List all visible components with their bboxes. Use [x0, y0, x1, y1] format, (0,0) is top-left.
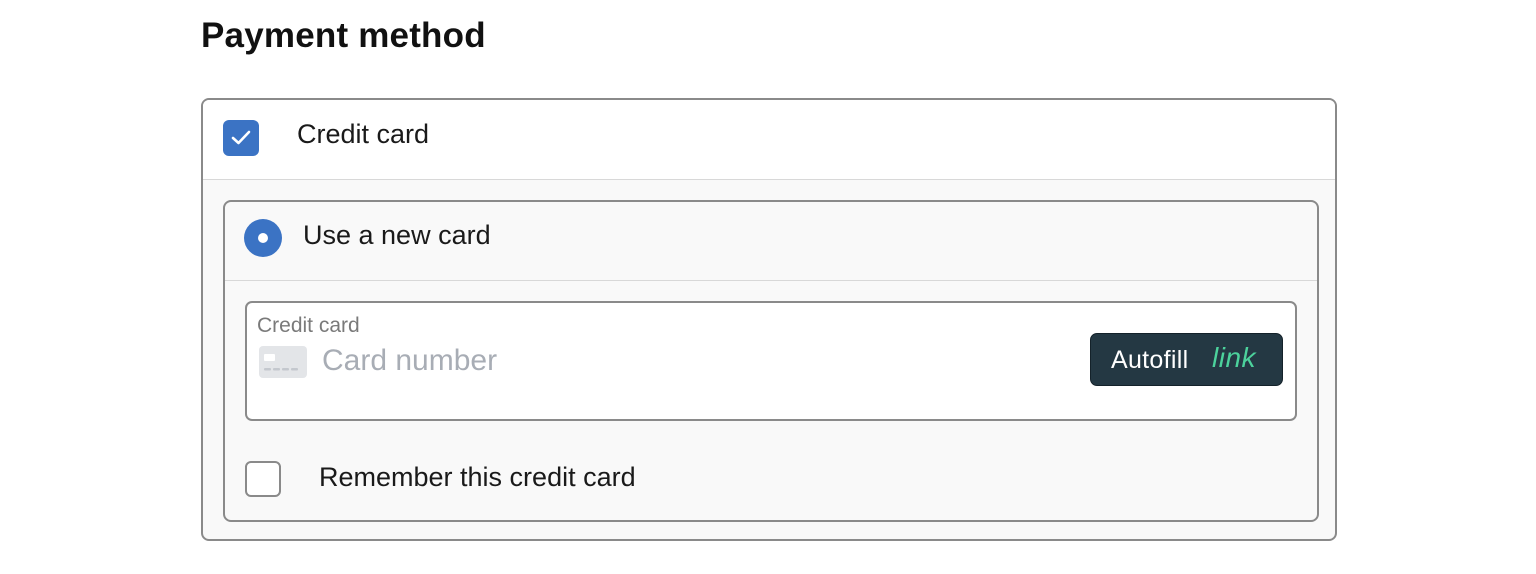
credit-card-checkbox[interactable]	[223, 120, 259, 156]
card-number-input[interactable]	[322, 341, 1062, 381]
credit-card-option-label[interactable]: Credit card	[297, 119, 429, 150]
card-choice-panel: Use a new card Credit card Autofill link…	[223, 200, 1319, 522]
radio-dot	[258, 233, 268, 243]
link-logo: link	[1212, 342, 1257, 373]
autofill-label: Autofill	[1111, 346, 1189, 374]
new-card-radio[interactable]	[244, 219, 282, 257]
credit-card-icon	[259, 346, 307, 378]
checkmark-icon	[231, 130, 251, 145]
remember-card-checkbox[interactable]	[245, 461, 281, 497]
new-card-option-header[interactable]: Use a new card	[225, 202, 1317, 281]
autofill-link-button[interactable]: Autofill link	[1090, 333, 1283, 386]
page-title: Payment method	[201, 16, 486, 55]
credit-card-option-header[interactable]: Credit card	[203, 100, 1335, 180]
card-number-field[interactable]: Credit card Autofill link	[245, 301, 1297, 421]
payment-method-panel: Credit card Use a new card Credit card A…	[201, 98, 1337, 541]
remember-card-label[interactable]: Remember this credit card	[319, 462, 636, 493]
new-card-option-label[interactable]: Use a new card	[303, 220, 491, 251]
card-field-label: Credit card	[257, 314, 360, 337]
